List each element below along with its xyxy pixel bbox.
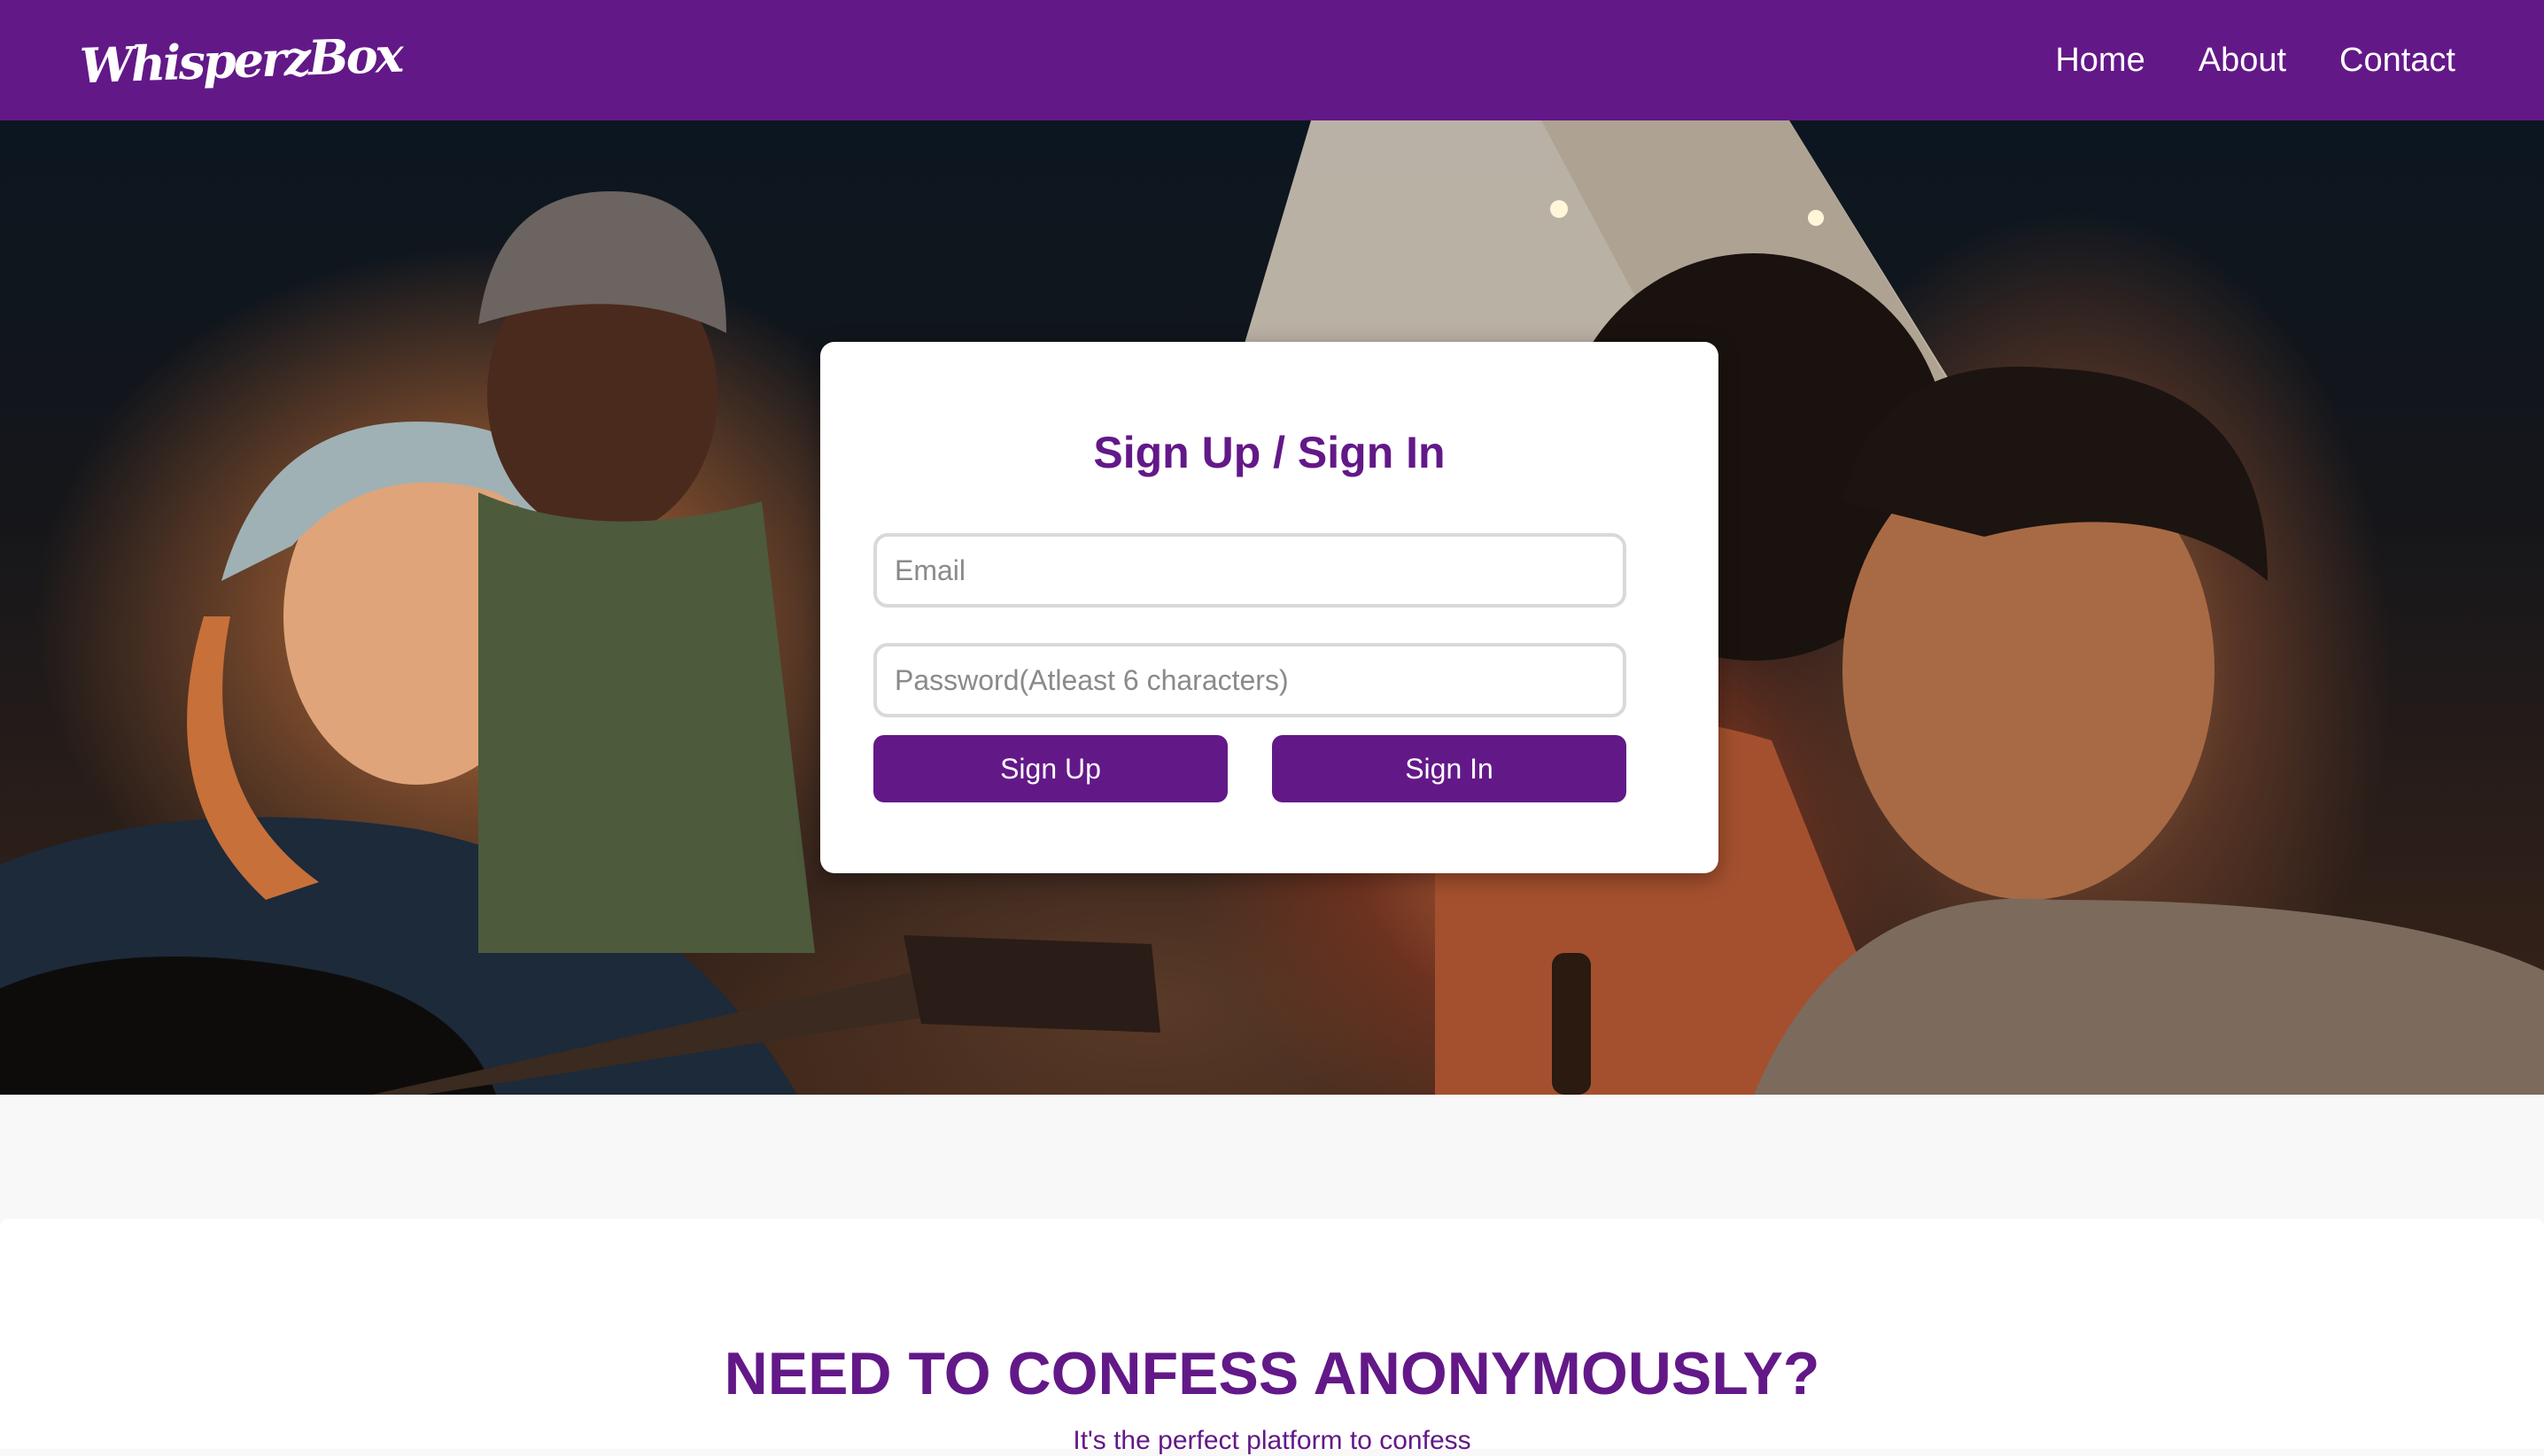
bottle xyxy=(1552,953,1591,1095)
person-center-jacket xyxy=(478,492,815,953)
nav-link-about[interactable]: About xyxy=(2199,42,2286,80)
sign-in-button[interactable]: Sign In xyxy=(1272,735,1626,802)
promo-subtext: It's the perfect platform to confess xyxy=(1073,1426,1471,1455)
promo-heading: NEED TO CONFESS ANONYMOUSLY? xyxy=(724,1340,1820,1407)
light-dot xyxy=(1808,210,1824,226)
nav-link-contact[interactable]: Contact xyxy=(2339,42,2455,80)
nav-links: Home About Contact xyxy=(2055,42,2455,80)
hero-background-image: Sign Up / Sign In Sign Up Sign In xyxy=(0,120,2544,1095)
light-dot xyxy=(1550,200,1568,218)
promo-section: NEED TO CONFESS ANONYMOUSLY? It's the pe… xyxy=(0,1219,2544,1455)
brand-logo[interactable]: WhisperzBox xyxy=(79,27,402,95)
password-field[interactable] xyxy=(873,643,1626,717)
guitar-head xyxy=(904,935,1160,1033)
top-navbar: WhisperzBox Home About Contact xyxy=(0,0,2544,120)
person-far-right-shirt xyxy=(1754,898,2544,1095)
auth-card: Sign Up / Sign In Sign Up Sign In xyxy=(820,342,1718,873)
nav-link-home[interactable]: Home xyxy=(2055,42,2145,80)
auth-card-title: Sign Up / Sign In xyxy=(1093,428,1446,477)
sign-up-button[interactable]: Sign Up xyxy=(873,735,1228,802)
email-field[interactable] xyxy=(873,533,1626,608)
